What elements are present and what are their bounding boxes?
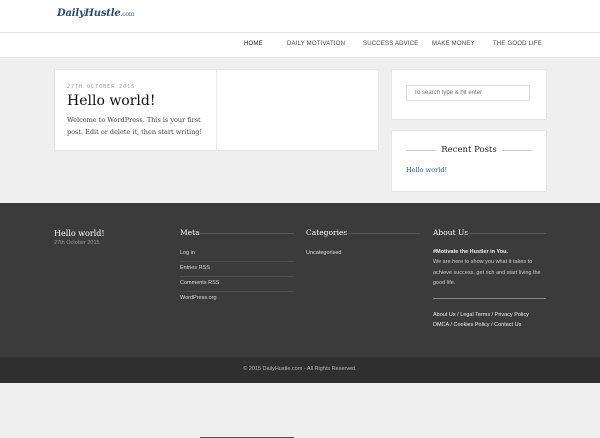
footer-post-title[interactable]: Hello world! — [54, 229, 105, 238]
copyright-bar: © 2015 DailyHustle.com - All Rights Rese… — [0, 357, 600, 383]
main-nav: HOME DAILY MOTIVATION SUCCESS ADVICE MAK… — [0, 33, 600, 58]
recent-title-rule-right — [502, 150, 532, 151]
site-footer: Hello world! 27th October 2015 Meta Log … — [0, 203, 600, 438]
nav-item-success-advice[interactable]: SUCCESS ADVICE — [363, 41, 418, 47]
footer-meta-column: Meta — [180, 228, 200, 237]
post-excerpt: Welcome to WordPress. This is your first… — [67, 116, 203, 136]
nav-item-make-money[interactable]: MAKE MONEY — [432, 41, 475, 47]
nav-item-home[interactable]: HOME — [244, 41, 263, 47]
footer-categories-column: Categories — [306, 228, 347, 237]
footer-about-column: About Us — [433, 228, 468, 237]
site-header: DailyHustle.com — [0, 0, 600, 33]
footer-link-login[interactable]: Log in — [180, 250, 195, 256]
nav-item-daily-motivation[interactable]: DAILY MOTIVATION — [287, 41, 345, 47]
search-widget — [391, 69, 547, 120]
footer-about-tagline: #Motivate the Hustler in You. — [433, 249, 508, 255]
footer-meta-heading: Meta — [180, 228, 200, 237]
footer-link-wordpress-org[interactable]: WordPress.org — [180, 295, 217, 301]
site-logo[interactable]: DailyHustle.com — [57, 8, 134, 19]
copyright-text: © 2015 DailyHustle.com - All Rights Rese… — [243, 366, 357, 372]
footer-about-text: We are here to show you what it takes to… — [433, 259, 541, 286]
footer-post-date: 27th October 2015 — [54, 240, 100, 246]
logo-text: DailyHustle — [57, 8, 121, 19]
footer-meta-heading-rule — [200, 233, 294, 234]
footer-separator — [180, 291, 294, 292]
nav-item-the-good-life[interactable]: THE GOOD LIFE — [493, 41, 542, 47]
post-card: 27th October 2015 Hello world! Welcome t… — [54, 69, 379, 151]
post-date: 27th October 2015 — [67, 84, 136, 90]
post-divider — [216, 70, 217, 150]
footer-about-links-1[interactable]: About Us / Legal Terms / Privacy Policy — [433, 310, 546, 321]
footer-link-comments-rss[interactable]: Comments RSS — [180, 280, 219, 286]
footer-about-links-2[interactable]: DMCA / Cookies Policy / Contact Us — [433, 320, 546, 331]
recent-post-link[interactable]: Hello world! — [406, 166, 447, 174]
footer-categories-heading: Categories — [306, 228, 348, 237]
footer-about-divider — [433, 298, 546, 299]
logo-domain: .com — [120, 11, 135, 18]
footer-separator — [180, 261, 294, 262]
recent-posts-widget: Recent Posts Hello world! — [391, 130, 547, 192]
footer-link-uncategorised[interactable]: Uncategorised — [306, 250, 341, 256]
footer-about-heading: About Us — [433, 228, 469, 237]
post-title[interactable]: Hello world! — [67, 93, 156, 109]
footer-categories-heading-rule — [343, 233, 420, 234]
footer-about-heading-rule — [465, 233, 546, 234]
footer-link-entries-rss[interactable]: Entries RSS — [180, 265, 210, 271]
search-input[interactable] — [406, 85, 530, 101]
footer-separator — [180, 276, 294, 277]
